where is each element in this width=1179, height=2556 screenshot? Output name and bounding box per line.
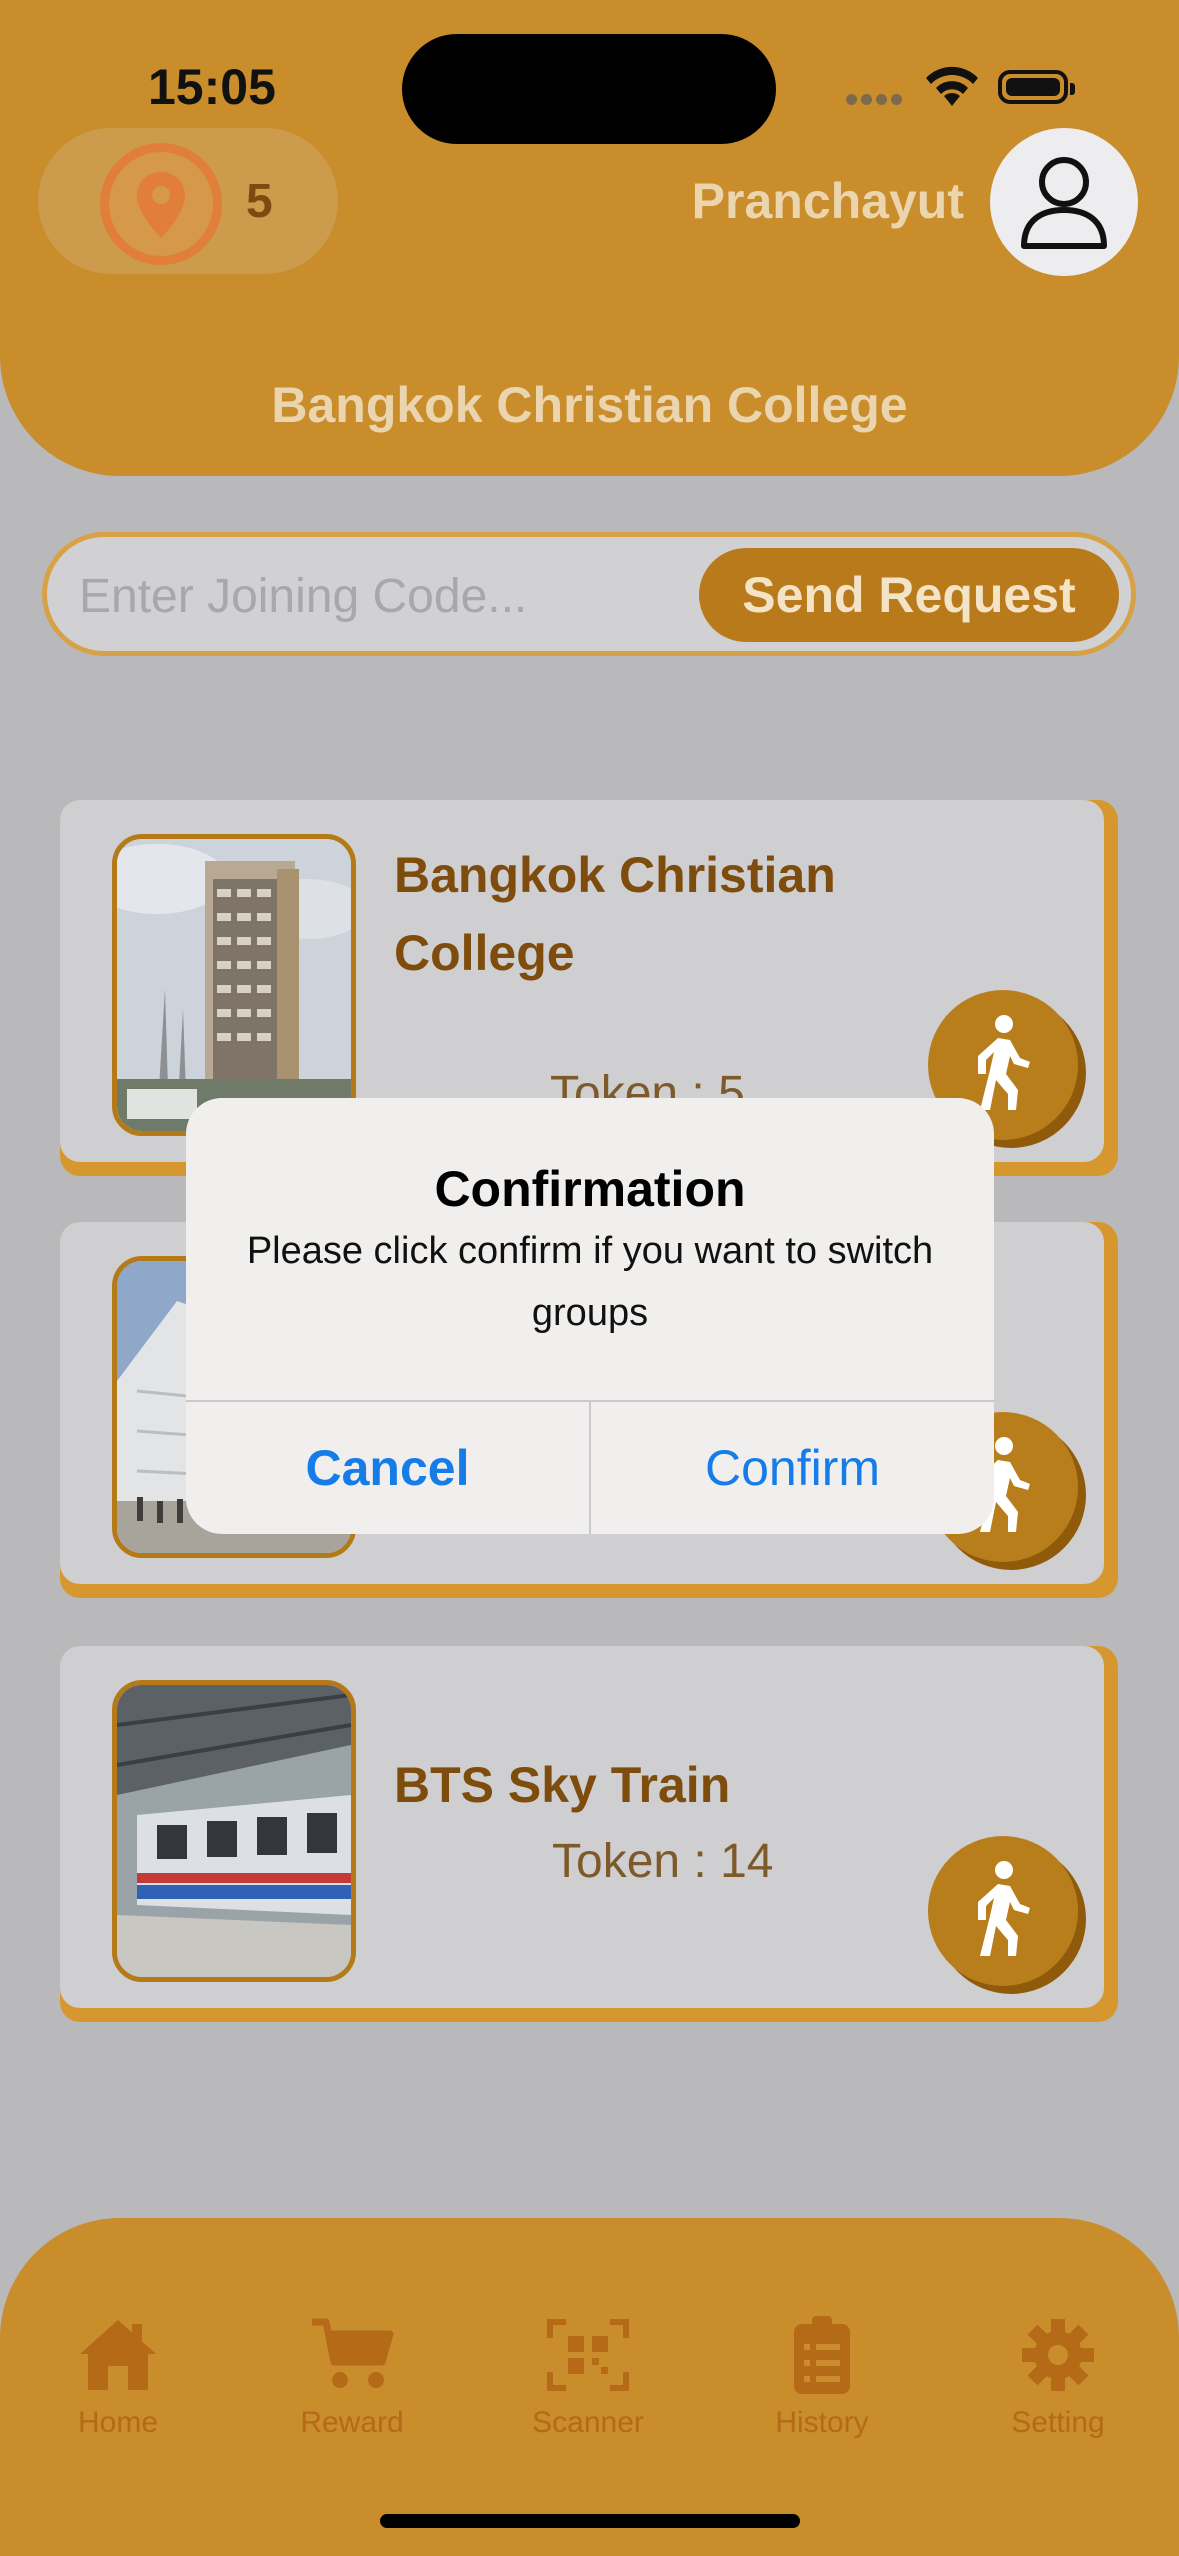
cellular-signal-icon (846, 92, 906, 110)
tab-label: Home (77, 2406, 159, 2439)
home-indicator (380, 2514, 800, 2528)
battery-icon (998, 70, 1075, 104)
cart-icon (312, 2318, 394, 2388)
user-icon (1021, 157, 1107, 249)
location-pin-icon (100, 143, 222, 265)
card-title: BTS Sky Train (394, 1757, 731, 1813)
token-count: 5 (246, 175, 273, 228)
confirmation-dialog: Confirmation Please click confirm if you… (186, 1098, 994, 1534)
dynamic-island (402, 34, 776, 144)
tab-label: History (775, 2406, 869, 2439)
walking-person-icon (978, 1015, 1030, 1110)
cancel-button[interactable]: Cancel (186, 1402, 589, 1534)
home-icon (80, 2320, 156, 2390)
tab-label: Scanner (532, 2406, 644, 2439)
tab-reward[interactable]: Reward (252, 2316, 452, 2440)
profile-avatar-button[interactable] (990, 128, 1138, 276)
card-token: Token : 14 (552, 1835, 774, 1888)
group-card[interactable]: BTS Sky Train Token : 14 (60, 1646, 1104, 2008)
username: Pranchayut (691, 173, 964, 229)
tab-setting[interactable]: Setting (958, 2316, 1158, 2440)
tab-label: Setting (1011, 2406, 1105, 2439)
dialog-title: Confirmation (434, 1161, 746, 1217)
tab-scanner[interactable]: Scanner (488, 2316, 688, 2440)
send-request-button[interactable]: Send Request (699, 548, 1119, 642)
confirm-button[interactable]: Confirm (591, 1402, 994, 1534)
joining-code-input[interactable] (77, 557, 701, 635)
wifi-icon (922, 64, 982, 113)
clipboard-icon (794, 2316, 850, 2394)
status-time: 15:05 (148, 59, 276, 115)
building-photo (112, 834, 356, 1136)
token-balance[interactable]: 5 (38, 128, 338, 274)
qr-scanner-icon (547, 2319, 629, 2391)
join-code-bar: Send Request (42, 532, 1136, 656)
current-group-title: Bangkok Christian College (271, 377, 908, 433)
tab-history[interactable]: History (722, 2316, 922, 2440)
train-photo (112, 1680, 356, 1982)
join-group-button[interactable] (928, 1836, 1078, 1986)
tab-label: Reward (300, 2406, 404, 2439)
walking-person-icon (978, 1861, 1030, 1956)
card-title: Bangkok Christian College (394, 847, 836, 981)
gear-icon (1022, 2319, 1094, 2391)
dialog-message: Please click confirm if you want to swit… (246, 1230, 934, 1334)
tab-home[interactable]: Home (18, 2316, 218, 2440)
